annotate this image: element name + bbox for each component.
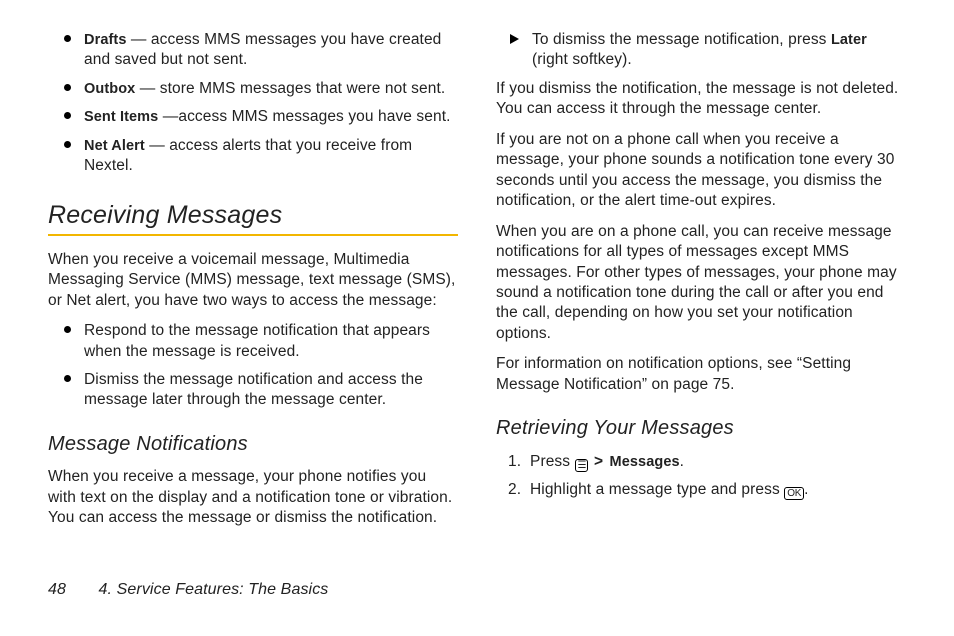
paragraph: When you are on a phone call, you can re… xyxy=(496,222,906,345)
list-item: To dismiss the message notification, pre… xyxy=(508,30,906,71)
messages-label: Messages xyxy=(610,454,680,470)
list-item: Outbox — store MMS messages that were no… xyxy=(60,79,458,99)
chevron-right-icon: > xyxy=(592,453,605,470)
paragraph: When you receive a message, your phone n… xyxy=(48,467,458,528)
heading-receiving-messages: Receiving Messages xyxy=(48,199,458,236)
retrieving-steps: 1. Press ☰ > Messages. 2. Highlight a me… xyxy=(496,452,906,501)
paragraph: When you receive a voicemail message, Mu… xyxy=(48,250,458,311)
text: To dismiss the message notification, pre… xyxy=(532,31,831,48)
step-item: 1. Press ☰ > Messages. xyxy=(504,452,906,472)
text: Press xyxy=(530,453,575,470)
text: Highlight a message type and press xyxy=(530,481,784,498)
two-column-layout: Drafts — access MMS messages you have cr… xyxy=(48,30,906,560)
menu-button-icon: ☰ xyxy=(575,459,588,472)
heading-message-notifications: Message Notifications xyxy=(48,431,458,457)
chapter-title: 4. Service Features: The Basics xyxy=(99,581,329,598)
text: . xyxy=(680,453,684,470)
step-item: 2. Highlight a message type and press OK… xyxy=(504,480,906,500)
dismiss-list: To dismiss the message notification, pre… xyxy=(496,30,906,71)
term: Net Alert xyxy=(84,138,145,154)
list-item: Drafts — access MMS messages you have cr… xyxy=(60,30,458,71)
ok-button-icon: OK xyxy=(784,487,804,500)
list-item: Respond to the message notification that… xyxy=(60,321,458,362)
manual-page: Drafts — access MMS messages you have cr… xyxy=(0,0,954,636)
paragraph: If you dismiss the notification, the mes… xyxy=(496,79,906,120)
desc: — store MMS messages that were not sent. xyxy=(135,80,445,97)
receiving-options-list: Respond to the message notification that… xyxy=(48,321,458,411)
desc: —access MMS messages you have sent. xyxy=(158,108,450,125)
text: (right softkey). xyxy=(532,51,632,68)
step-number: 2. xyxy=(508,480,521,500)
list-item: Net Alert — access alerts that you recei… xyxy=(60,136,458,177)
page-footer: 48 4. Service Features: The Basics xyxy=(48,579,328,600)
text: . xyxy=(804,481,808,498)
step-number: 1. xyxy=(508,452,521,472)
list-item: Sent Items —access MMS messages you have… xyxy=(60,107,458,127)
list-item: Dismiss the message notification and acc… xyxy=(60,370,458,411)
paragraph: For information on notification options,… xyxy=(496,354,906,395)
folders-list: Drafts — access MMS messages you have cr… xyxy=(48,30,458,177)
desc: — access MMS messages you have created a… xyxy=(84,31,441,68)
page-number: 48 xyxy=(48,581,94,598)
paragraph: If you are not on a phone call when you … xyxy=(496,130,906,212)
term: Sent Items xyxy=(84,109,158,125)
heading-retrieving-messages: Retrieving Your Messages xyxy=(496,415,906,441)
term: Drafts xyxy=(84,32,127,48)
term: Outbox xyxy=(84,81,135,97)
later-label: Later xyxy=(831,32,867,48)
